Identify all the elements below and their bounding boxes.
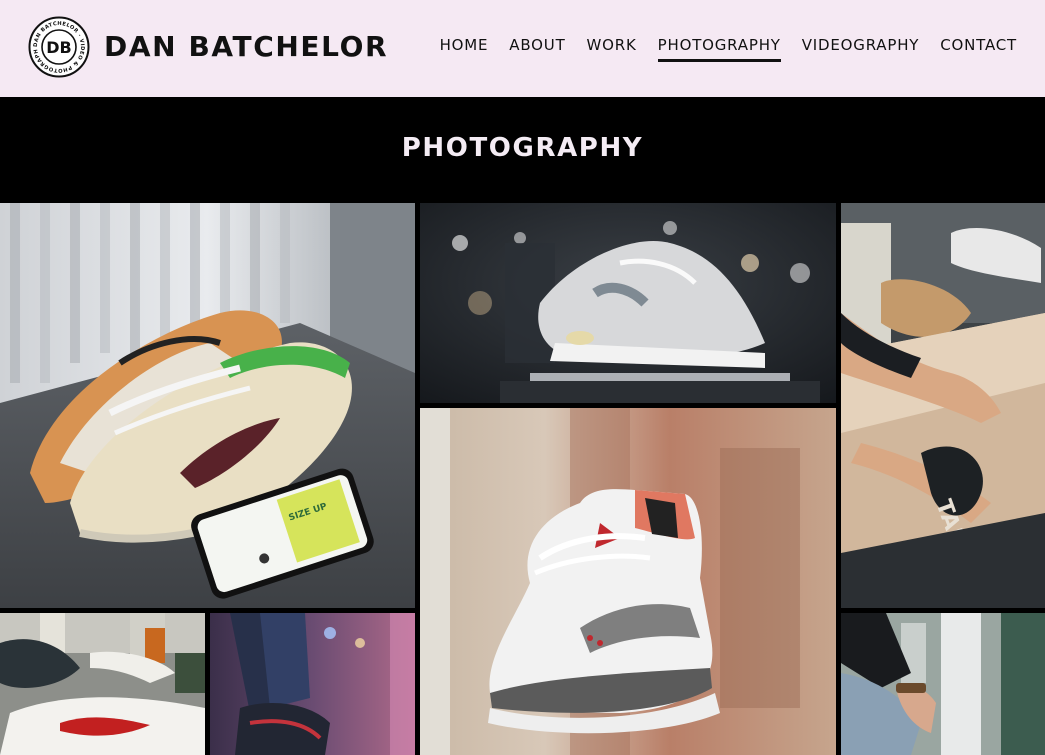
denim-image [841,613,1045,755]
street-image [210,613,415,755]
gallery-photo-jordan[interactable] [420,408,836,755]
nav-about[interactable]: ABOUT [509,34,565,62]
gallery-photo-airmax[interactable] [420,203,836,403]
gallery-photo-workshop[interactable] [0,613,205,755]
nav-work[interactable]: WORK [587,34,637,62]
workshop-image [0,613,205,755]
gallery-photo-printing[interactable]: TAP [841,203,1045,608]
printing-image: TAP [841,203,1045,608]
dunks-image: SIZE UP [0,203,415,608]
gallery-photo-street[interactable] [210,613,415,755]
jordan-image [420,408,836,755]
nav-contact[interactable]: CONTACT [940,34,1017,62]
nav-photography[interactable]: PHOTOGRAPHY [657,34,781,62]
page-title: PHOTOGRAPHY [401,133,644,163]
brand-name[interactable]: DAN BATCHELOR [104,26,388,68]
page-banner: PHOTOGRAPHY [0,97,1045,203]
logo-monogram: DB [46,38,71,57]
gallery-photo-denim[interactable] [841,613,1045,755]
nav-home[interactable]: HOME [440,34,489,62]
gallery-photo-dunks[interactable]: SIZE UP [0,203,415,608]
nav-videography[interactable]: VIDEOGRAPHY [802,34,920,62]
main-nav: HOME ABOUT WORK PHOTOGRAPHY VIDEOGRAPHY … [440,34,1017,62]
airmax-image [420,203,836,403]
logo-icon[interactable]: DAN BATCHELOR · VIDEO & PHOTOGRAPHY · DB [25,12,90,78]
site-header: DAN BATCHELOR · VIDEO & PHOTOGRAPHY · DB… [0,0,1045,97]
